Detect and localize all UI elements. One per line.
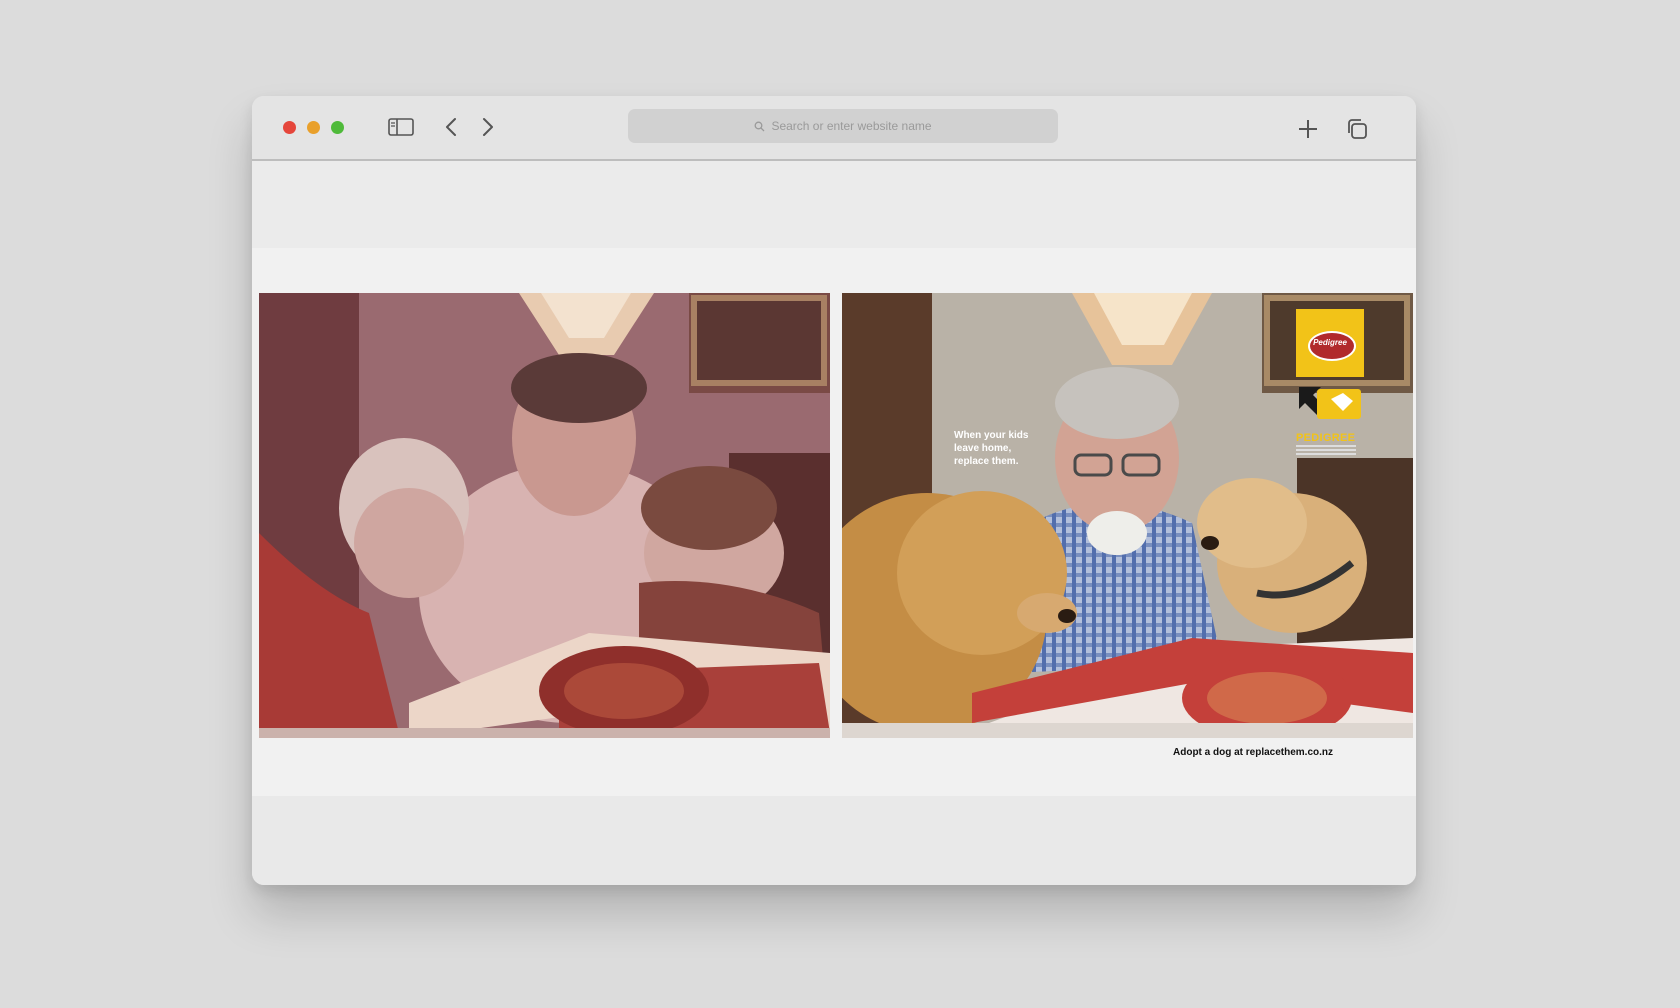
adopt-cta-text[interactable]: Adopt a dog at replacethem.co.nz — [1173, 747, 1333, 758]
sidebar-icon — [388, 118, 414, 136]
ad-headline: When your kids leave home, replace them. — [954, 430, 1029, 467]
chevron-right-icon — [483, 118, 493, 136]
address-bar[interactable]: Search or enter website name — [628, 109, 1058, 143]
chevron-left-icon — [446, 118, 456, 136]
brand-tagline-lines — [1296, 445, 1366, 455]
adoption-arrow-icon — [1299, 387, 1361, 419]
dogs-reading-photo: When your kids leave home, replace them.… — [842, 293, 1413, 738]
address-bar-placeholder: Search or enter website name — [771, 119, 932, 133]
tabs-overview-icon — [1348, 119, 1367, 139]
brand-name: PEDIGREE — [1296, 432, 1356, 444]
page-content: When your kids leave home, replace them.… — [252, 161, 1416, 885]
browser-window: Search or enter website name When your k… — [252, 96, 1416, 885]
vintage-family-photo — [259, 293, 830, 738]
pedigree-logo-text: Pedigree — [1313, 338, 1347, 347]
new-tab-button[interactable] — [1293, 114, 1323, 144]
browser-toolbar: Search or enter website name — [252, 96, 1416, 161]
close-window-button[interactable] — [283, 121, 296, 134]
sidebar-toggle-button[interactable] — [386, 112, 416, 142]
zoom-window-button[interactable] — [331, 121, 344, 134]
forward-button[interactable] — [473, 112, 503, 142]
plus-icon — [1299, 120, 1317, 138]
minimize-window-button[interactable] — [307, 121, 320, 134]
pedigree-logo: Pedigree — [1296, 309, 1364, 377]
tab-overview-button[interactable] — [1342, 114, 1372, 144]
back-button[interactable] — [436, 112, 466, 142]
magnifier-icon — [755, 121, 765, 131]
